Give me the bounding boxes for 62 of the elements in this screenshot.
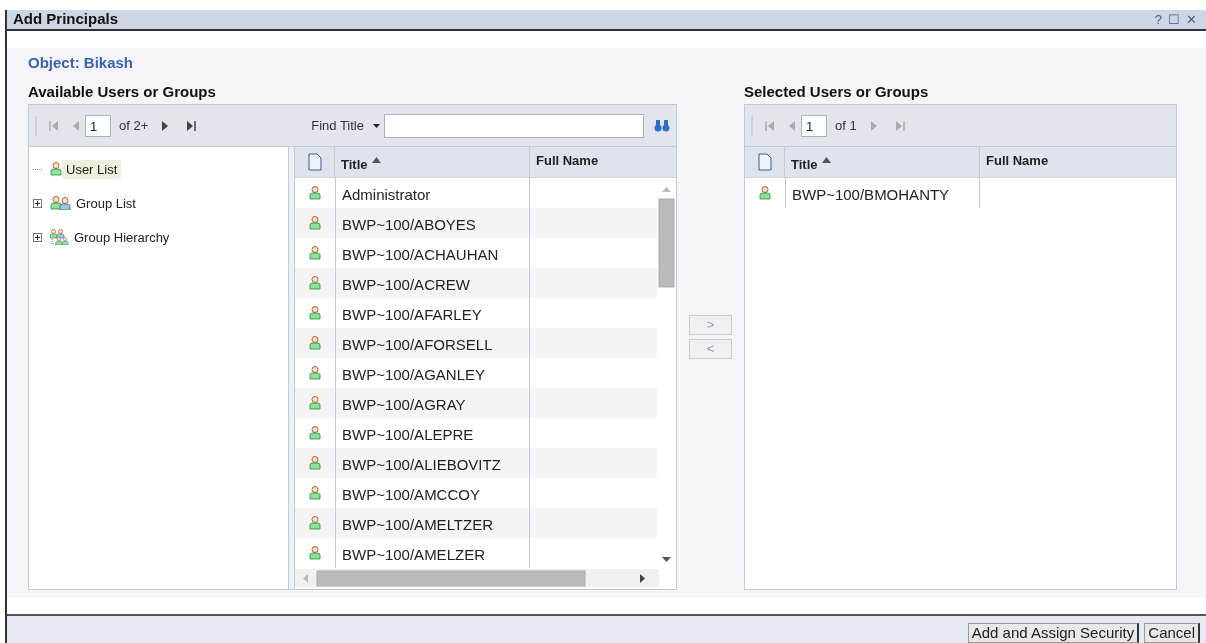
table-cell: BWP~100/ABOYES bbox=[335, 208, 530, 238]
table-cell: BWP~100/ACREW bbox=[335, 268, 530, 298]
page-number-field[interactable]: 1 bbox=[85, 114, 111, 137]
first-page-icon[interactable] bbox=[765, 119, 775, 132]
section-heading: Selected Users or Groups bbox=[744, 83, 929, 100]
add-and-assign-button[interactable]: Add and Assign Security bbox=[967, 623, 1140, 643]
sort-icon bbox=[371, 157, 381, 163]
expand-icon[interactable] bbox=[33, 232, 42, 242]
tree-item[interactable]: User List bbox=[62, 159, 122, 179]
page-count: of 1 bbox=[835, 116, 857, 135]
last-page-icon[interactable] bbox=[186, 119, 197, 132]
close-button[interactable]: ✕ bbox=[1183, 13, 1200, 26]
caret-icon bbox=[373, 123, 380, 128]
table-cell: BWP~100/ALIEBOVITZ bbox=[335, 448, 530, 478]
maximize-button[interactable]: ☐ bbox=[1165, 13, 1183, 26]
user-icon bbox=[309, 546, 321, 560]
table-cell: BWP~100/BMOHANTY bbox=[785, 178, 980, 208]
user-icon bbox=[309, 486, 321, 500]
user-icon bbox=[309, 366, 321, 380]
tree-item[interactable]: Group List bbox=[72, 193, 140, 213]
tree-item[interactable]: Group Hierarchy bbox=[70, 227, 174, 247]
table-cell: BWP~100/AMELZER bbox=[335, 538, 530, 568]
hierarchy-icon bbox=[50, 229, 70, 245]
search-icon[interactable] bbox=[654, 118, 670, 133]
user-icon bbox=[309, 426, 321, 440]
help-button[interactable]: ? bbox=[1151, 13, 1165, 26]
object-label: Object: Bikash bbox=[28, 54, 134, 72]
user-icon bbox=[309, 276, 321, 290]
table-cell: BWP~100/AMELTZER bbox=[335, 508, 530, 538]
next-page-icon[interactable] bbox=[162, 120, 169, 131]
scrollbar[interactable] bbox=[295, 569, 659, 587]
user-icon bbox=[309, 186, 321, 200]
first-page-icon[interactable] bbox=[49, 119, 59, 132]
table-cell: BWP~100/AGRAY bbox=[335, 388, 530, 418]
sort-icon bbox=[821, 157, 831, 163]
page-number-field[interactable]: 1 bbox=[801, 114, 827, 137]
user-icon bbox=[309, 246, 321, 260]
column-title: Title bbox=[791, 156, 818, 174]
user-icon bbox=[309, 216, 321, 230]
section-heading: Available Users or Groups bbox=[28, 83, 216, 100]
expand-icon[interactable] bbox=[33, 198, 42, 208]
previous-page-icon[interactable] bbox=[73, 120, 79, 131]
column-title: Title bbox=[341, 156, 368, 174]
user-icon bbox=[759, 186, 771, 200]
user-icon bbox=[309, 336, 321, 350]
user-icon bbox=[309, 306, 321, 320]
group-icon bbox=[50, 196, 72, 210]
table-cell: BWP~100/AFORSELL bbox=[335, 328, 530, 358]
page-count: of 2+ bbox=[119, 116, 149, 135]
user-icon bbox=[309, 516, 321, 530]
previous-page-icon[interactable] bbox=[789, 120, 795, 131]
cancel-button[interactable]: Cancel bbox=[1144, 623, 1200, 643]
user-icon bbox=[50, 162, 62, 176]
search-field[interactable] bbox=[384, 113, 644, 138]
find-dropdown[interactable]: Find Title bbox=[311, 115, 380, 136]
window-title: Add Principals bbox=[13, 9, 119, 30]
document-icon bbox=[307, 153, 322, 171]
document-icon bbox=[757, 153, 772, 171]
column-header[interactable]: Full Name bbox=[530, 147, 676, 177]
column-header[interactable]: Full Name bbox=[980, 147, 1176, 177]
user-icon bbox=[309, 456, 321, 470]
user-icon bbox=[309, 396, 321, 410]
